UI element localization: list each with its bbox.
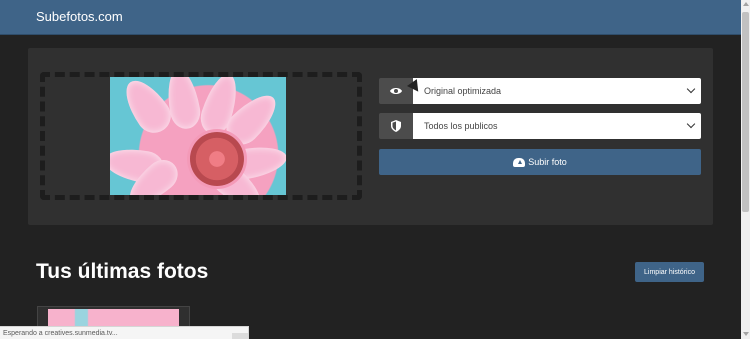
visibility-select[interactable]: Original optimizada (413, 78, 701, 104)
clear-history-label: Limpiar histórico (644, 268, 695, 276)
visibility-value: Original optimizada (424, 86, 502, 96)
chevron-down-icon (686, 84, 696, 94)
photo-preview (110, 77, 286, 195)
vertical-scrollbar[interactable] (741, 0, 750, 339)
chevron-down-icon (686, 119, 696, 129)
status-bar-segment (232, 333, 248, 339)
brand-logo[interactable]: Subefotos.com (36, 9, 123, 24)
recent-photos-title: Tus últimas fotos (36, 260, 209, 283)
visibility-control[interactable]: Original optimizada (379, 78, 701, 104)
browser-status-bar: Esperando a creatives.sunmedia.tv... (0, 326, 249, 339)
clear-history-button[interactable]: Limpiar histórico (635, 262, 704, 282)
flower-center (190, 132, 244, 186)
eye-icon (379, 78, 413, 104)
scroll-down-icon[interactable] (743, 332, 749, 336)
shield-icon (379, 113, 413, 139)
navbar: Subefotos.com (0, 0, 741, 35)
scroll-thumb[interactable] (742, 12, 749, 212)
status-text: Esperando a creatives.sunmedia.tv... (3, 330, 118, 337)
audience-select[interactable]: Todos los publicos (413, 113, 701, 139)
upload-button[interactable]: Subir foto (379, 149, 701, 175)
upload-button-label: Subir foto (528, 157, 567, 167)
cloud-upload-icon (513, 157, 526, 167)
audience-control[interactable]: Todos los publicos (379, 113, 701, 139)
scroll-up-icon[interactable] (743, 2, 749, 6)
audience-value: Todos los publicos (424, 121, 498, 131)
